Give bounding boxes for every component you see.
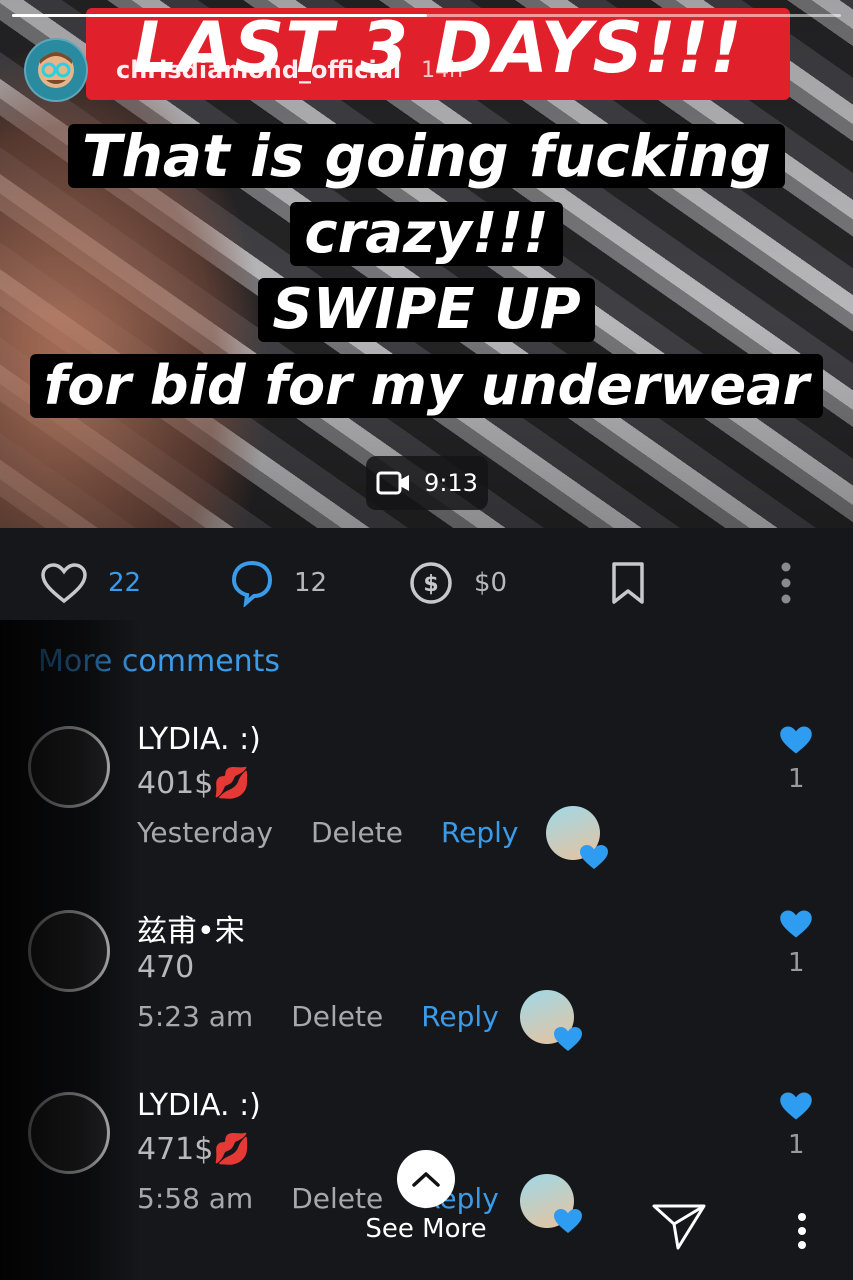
delete-button[interactable]: Delete: [311, 816, 403, 849]
tip-button[interactable]: $ $0: [408, 545, 507, 621]
bookmark-icon: [612, 562, 644, 604]
reply-button[interactable]: Reply: [441, 816, 519, 849]
delete-button[interactable]: Delete: [291, 1000, 383, 1033]
caption-line-1: That is going fucking: [0, 124, 853, 188]
like-button[interactable]: 22: [40, 545, 141, 621]
comment-text: 470: [137, 950, 195, 985]
story-more-options-icon[interactable]: [790, 1212, 814, 1252]
comment-time: 5:23 am: [137, 1000, 254, 1033]
comment-like-heart-icon[interactable]: [778, 1090, 814, 1122]
svg-text:$: $: [423, 572, 438, 597]
commenter-name[interactable]: 兹甫•宋: [137, 906, 245, 950]
dollar-coin-icon: $: [410, 562, 452, 604]
caption-line-4: for bid for my underwear: [0, 354, 853, 418]
comment-meta: 5:23 am Delete Reply: [137, 1000, 499, 1033]
heart-outline-icon: [41, 563, 87, 604]
more-vertical-icon: [781, 562, 791, 604]
see-more-circle[interactable]: [397, 1150, 455, 1208]
comment-button[interactable]: 12: [230, 545, 327, 621]
caption-line-2: crazy!!!: [0, 202, 853, 266]
chevron-up-icon: [412, 1172, 440, 1187]
small-heart-icon: [554, 1027, 582, 1051]
profile-avatar[interactable]: [24, 38, 88, 102]
video-duration-badge[interactable]: 9:13: [366, 456, 488, 510]
commenter-avatar[interactable]: [28, 726, 110, 808]
comment-text: 401$💋: [137, 766, 251, 801]
comment-time: 5:58 am: [137, 1182, 254, 1215]
comment-like-count: 1: [788, 1130, 805, 1160]
commenter-avatar[interactable]: [28, 1092, 110, 1174]
comment-time: Yesterday: [137, 816, 273, 849]
story-username[interactable]: chrisdiamond_official: [116, 56, 401, 84]
small-heart-icon: [580, 845, 608, 869]
comment-like-heart-icon[interactable]: [778, 908, 814, 940]
comment-bubble-icon: [231, 560, 273, 607]
comment-meta: Yesterday Delete Reply: [137, 816, 518, 849]
reply-button[interactable]: Reply: [421, 1000, 499, 1033]
comment-count: 12: [294, 568, 328, 598]
see-more-button[interactable]: See More: [360, 1150, 492, 1244]
small-heart-icon: [554, 1209, 582, 1233]
comment-item: 兹甫•宋 470 5:23 am Delete Reply 1: [0, 896, 853, 1076]
story-timestamp: 14h: [421, 57, 464, 83]
story-progress-fill: [12, 14, 427, 17]
comment-item: LYDIA. :) 401$💋 Yesterday Delete Reply 1: [0, 712, 853, 892]
commenter-name[interactable]: LYDIA. :): [137, 1088, 261, 1123]
video-camera-icon: [376, 471, 410, 495]
kiss-emoji-icon: 💋: [213, 766, 251, 801]
story-header: chrisdiamond_official 14h: [24, 38, 463, 102]
story-progress-bar: [12, 14, 841, 17]
video-duration: 9:13: [424, 469, 478, 497]
more-options-button[interactable]: [776, 545, 796, 621]
caption-line-3: SWIPE UP: [0, 278, 853, 342]
comment-like-heart-icon[interactable]: [778, 724, 814, 756]
commenter-avatar[interactable]: [28, 910, 110, 992]
tip-amount: $0: [474, 568, 508, 598]
story-media[interactable]: LAST 3 DAYS!!! chrisdiamond_official 14h…: [0, 0, 853, 528]
kiss-emoji-icon: 💋: [213, 1132, 251, 1167]
like-count: 22: [108, 568, 142, 598]
bookmark-button[interactable]: [608, 545, 648, 621]
send-message-icon[interactable]: [650, 1200, 708, 1252]
commenter-name[interactable]: LYDIA. :): [137, 722, 261, 757]
comment-text: 471$💋: [137, 1132, 251, 1167]
comment-like-count: 1: [788, 764, 805, 794]
avatar-face-icon: [38, 52, 74, 88]
action-bar: 22 12 $ $0: [0, 545, 853, 621]
comment-like-count: 1: [788, 948, 805, 978]
see-more-label: See More: [365, 1214, 487, 1244]
more-comments-link[interactable]: More comments: [38, 644, 280, 679]
